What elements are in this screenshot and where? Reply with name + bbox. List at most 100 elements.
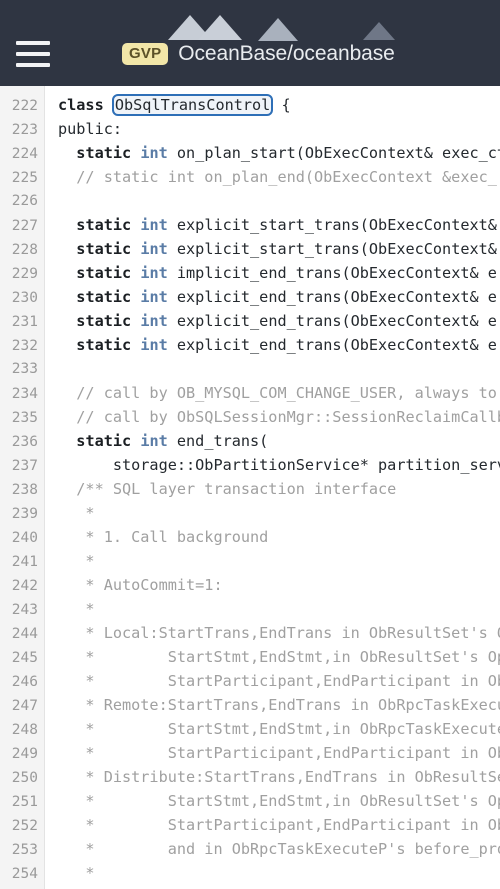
code-comment: * Remote:StartTrans,EndTrans in ObRpcTas… <box>58 696 500 714</box>
code-text: explicit_start_trans(ObExecContext& <box>167 216 497 234</box>
line-number: 243 <box>11 602 38 618</box>
code-line[interactable]: 226 <box>0 189 500 213</box>
code-line-text: * StartParticipant,EndParticipant in Ob <box>45 813 500 837</box>
repo-name[interactable]: OceanBase/oceanbase <box>178 42 395 66</box>
code-line-text: * and in ObRpcTaskExecuteP's before_pro <box>45 837 500 861</box>
line-number: 226 <box>11 193 38 209</box>
code-line[interactable]: 248 * StartStmt,EndStmt,in ObRpcTaskExec… <box>0 717 500 741</box>
code-line[interactable]: 242 * AutoCommit=1: <box>0 573 500 597</box>
code-line[interactable]: 252 * StartParticipant,EndParticipant in… <box>0 813 500 837</box>
line-number: 249 <box>11 746 38 762</box>
code-line[interactable]: 233 <box>0 357 500 381</box>
code-line[interactable]: 223 public: <box>0 117 500 141</box>
code-line-text: * <box>45 501 95 525</box>
code-line-text: * Remote:StartTrans,EndTrans in ObRpcTas… <box>45 693 500 717</box>
code-line[interactable]: 232 static int explicit_end_trans(ObExec… <box>0 333 500 357</box>
line-number: 245 <box>11 650 38 666</box>
code-line-text: static int end_trans( <box>45 429 268 453</box>
code-line[interactable]: 227 static int explicit_start_trans(ObEx… <box>0 213 500 237</box>
code-comment: * <box>58 600 95 618</box>
code-line-text: * StartParticipant,EndParticipant in Ob <box>45 669 500 693</box>
code-line[interactable]: 228 static int explicit_start_trans(ObEx… <box>0 237 500 261</box>
line-number: 237 <box>11 458 38 474</box>
code-line[interactable]: 237 storage::ObPartitionService* partiti… <box>0 453 500 477</box>
code-keyword: class <box>58 96 113 114</box>
code-comment: * 1. Call background <box>58 528 269 546</box>
code-line[interactable]: 247 * Remote:StartTrans,EndTrans in ObRp… <box>0 693 500 717</box>
code-text: { <box>272 96 291 114</box>
code-line[interactable]: 250 * Distribute:StartTrans,EndTrans in … <box>0 765 500 789</box>
code-comment: * and in ObRpcTaskExecuteP's before_pro <box>58 840 500 858</box>
code-line[interactable]: 230 static int explicit_end_trans(ObExec… <box>0 285 500 309</box>
gvp-badge: GVP <box>122 43 169 65</box>
code-text: explicit_end_trans(ObExecContext& e <box>167 336 497 354</box>
code-line[interactable]: 229 static int implicit_end_trans(ObExec… <box>0 261 500 285</box>
code-line[interactable]: 246 * StartParticipant,EndParticipant in… <box>0 669 500 693</box>
code-keyword: static <box>76 216 141 234</box>
code-line[interactable]: 253 * and in ObRpcTaskExecuteP's before_… <box>0 837 500 861</box>
code-line[interactable]: 234 // call by OB_MYSQL_COM_CHANGE_USER,… <box>0 381 500 405</box>
code-text: public: <box>58 120 123 138</box>
code-line[interactable]: 238 /** SQL layer transaction interface <box>0 477 500 501</box>
code-comment: /** SQL layer transaction interface <box>58 480 397 498</box>
code-comment: * StartParticipant,EndParticipant in Ob <box>58 816 500 834</box>
code-type: int <box>140 312 168 330</box>
code-line[interactable]: 241 * <box>0 549 500 573</box>
code-line-text: class ObSqlTransControl { <box>45 93 291 117</box>
code-line[interactable]: 236 static int end_trans( <box>0 429 500 453</box>
code-line[interactable]: 245 * StartStmt,EndStmt,in ObResultSet's… <box>0 645 500 669</box>
code-text: explicit_end_trans(ObExecContext& e <box>167 312 497 330</box>
line-number: 252 <box>11 818 38 834</box>
line-number: 235 <box>11 410 38 426</box>
code-line[interactable]: 235 // call by ObSQLSessionMgr::SessionR… <box>0 405 500 429</box>
code-line-text: // call by ObSQLSessionMgr::SessionRecla… <box>45 405 500 429</box>
code-line[interactable]: 225 // static int on_plan_end(ObExecCont… <box>0 165 500 189</box>
code-type: int <box>140 240 168 258</box>
code-line[interactable]: 231 static int explicit_end_trans(ObExec… <box>0 309 500 333</box>
code-comment: // call by ObSQLSessionMgr::SessionRecla… <box>58 408 500 426</box>
code-line-text: * Distribute:StartTrans,EndTrans in ObRe… <box>45 765 500 789</box>
code-comment: * <box>58 552 95 570</box>
code-line[interactable]: 255 * <box>0 885 500 889</box>
code-keyword: static <box>76 144 141 162</box>
line-number: 248 <box>11 722 38 738</box>
code-line-text: static int explicit_end_trans(ObExecCont… <box>45 285 497 309</box>
code-line[interactable]: 249 * StartParticipant,EndParticipant in… <box>0 741 500 765</box>
code-line-text: storage::ObPartitionService* partition_s… <box>45 453 500 477</box>
line-number: 239 <box>11 506 38 522</box>
line-number: 224 <box>11 146 38 162</box>
code-viewer[interactable]: 221222class ObSqlTransControl {223public… <box>0 86 500 889</box>
code-line-text: * StartStmt,EndStmt,in ObResultSet's Op <box>45 645 500 669</box>
code-text: storage::ObPartitionService* partition_s… <box>58 456 500 474</box>
code-line[interactable]: 244 * Local:StartTrans,EndTrans in ObRes… <box>0 621 500 645</box>
code-line[interactable]: 222 class ObSqlTransControl { <box>0 93 500 117</box>
code-line[interactable]: 254 * <box>0 861 500 885</box>
code-type: int <box>140 216 168 234</box>
code-line[interactable]: 243 * <box>0 597 500 621</box>
code-line[interactable]: 239 * <box>0 501 500 525</box>
code-keyword: static <box>76 288 141 306</box>
code-line[interactable]: 240 * 1. Call background <box>0 525 500 549</box>
code-type: int <box>140 432 168 450</box>
line-number: 221 <box>0 86 45 93</box>
hamburger-menu-icon[interactable] <box>16 41 50 67</box>
code-comment: * <box>58 504 95 522</box>
code-line-text: * AutoCommit=1: <box>45 573 222 597</box>
code-text: explicit_start_trans(ObExecContext& <box>167 240 497 258</box>
selected-symbol[interactable]: ObSqlTransControl <box>111 94 274 116</box>
code-type: int <box>140 336 168 354</box>
code-text: explicit_end_trans(ObExecContext& e <box>167 288 497 306</box>
code-line[interactable]: 251 * StartStmt,EndStmt,in ObResultSet's… <box>0 789 500 813</box>
line-number: 244 <box>11 626 38 642</box>
code-comment: * StartParticipant,EndParticipant in Ob <box>58 744 500 762</box>
code-line[interactable]: 221 <box>0 86 500 93</box>
code-keyword: static <box>76 264 141 282</box>
code-line[interactable]: 224 static int on_plan_start(ObExecConte… <box>0 141 500 165</box>
hamburger-bar-3 <box>16 63 50 67</box>
code-comment: * StartStmt,EndStmt,in ObResultSet's Op <box>58 792 500 810</box>
code-line-text: // call by OB_MYSQL_COM_CHANGE_USER, alw… <box>45 381 497 405</box>
